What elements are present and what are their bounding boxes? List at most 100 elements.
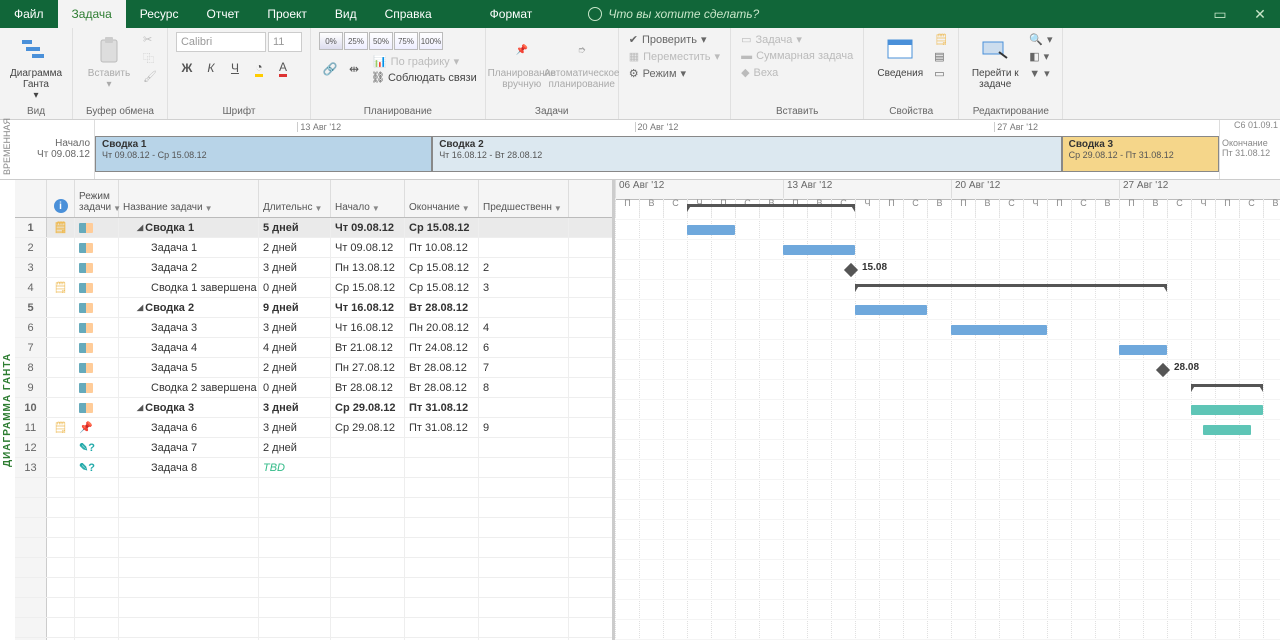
find-button[interactable]: 🔍▾ bbox=[1027, 32, 1054, 47]
table-row[interactable]: 1🗒◢Сводка 15 днейЧт 09.08.12Ср 15.08.12 bbox=[15, 218, 612, 238]
unlink-tasks-button[interactable]: ⇹ bbox=[343, 59, 365, 79]
menu-project[interactable]: Проект bbox=[253, 0, 321, 28]
pct-100[interactable]: 100% bbox=[419, 32, 443, 50]
on-track-button[interactable]: 📊По графику ▾ bbox=[371, 54, 477, 69]
pct-50[interactable]: 50% bbox=[369, 32, 393, 50]
menu-file[interactable]: Файл bbox=[0, 0, 58, 28]
gantt-chart[interactable]: 06 Авг '1213 Авг '1220 Авг '1227 Авг '12… bbox=[615, 180, 1280, 640]
table-row[interactable]: 3Задача 23 днейПн 13.08.12Ср 15.08.122 bbox=[15, 258, 612, 278]
gantt-row[interactable] bbox=[615, 460, 1280, 480]
gantt-row[interactable] bbox=[615, 200, 1280, 220]
font-color-button[interactable]: A bbox=[272, 58, 294, 78]
gantt-row[interactable] bbox=[615, 300, 1280, 320]
menu-format[interactable]: Формат bbox=[476, 0, 547, 28]
underline-button[interactable]: Ч bbox=[224, 58, 246, 78]
mode-button[interactable]: ⚙Режим ▾ bbox=[627, 66, 722, 81]
gantt-row[interactable] bbox=[615, 620, 1280, 640]
gantt-row[interactable] bbox=[615, 480, 1280, 500]
th-duration[interactable]: Длительнс▼ bbox=[259, 180, 331, 217]
gantt-row[interactable] bbox=[615, 380, 1280, 400]
gantt-task-bar[interactable] bbox=[783, 245, 855, 255]
th-mode[interactable]: Режим задачи▼ bbox=[75, 180, 119, 217]
table-row[interactable]: 6Задача 33 днейЧт 16.08.12Пн 20.08.124 bbox=[15, 318, 612, 338]
menu-help[interactable]: Справка bbox=[371, 0, 446, 28]
table-row[interactable]: 5◢Сводка 29 днейЧт 16.08.12Вт 28.08.12 bbox=[15, 298, 612, 318]
copy-button[interactable]: ⿻ bbox=[141, 49, 159, 67]
timeline-bar-1[interactable]: Сводка 1Чт 09.08.12 - Ср 15.08.12 bbox=[95, 136, 432, 172]
gantt-milestone[interactable] bbox=[1156, 363, 1170, 377]
gantt-task-bar[interactable] bbox=[951, 325, 1047, 335]
table-row[interactable]: 8Задача 52 днейПн 27.08.12Вт 28.08.127 bbox=[15, 358, 612, 378]
menu-task[interactable]: Задача bbox=[58, 0, 126, 28]
respect-links-button[interactable]: ⛓Соблюдать связи bbox=[371, 71, 477, 84]
italic-button[interactable]: К bbox=[200, 58, 222, 78]
notes-button[interactable]: 🗒 bbox=[932, 32, 950, 47]
table-row-empty[interactable] bbox=[15, 558, 612, 578]
gantt-task-bar[interactable] bbox=[1191, 405, 1263, 415]
table-row-empty[interactable] bbox=[15, 578, 612, 598]
gantt-row[interactable]: 15.08 bbox=[615, 260, 1280, 280]
table-row-empty[interactable] bbox=[15, 598, 612, 618]
gantt-row[interactable] bbox=[615, 560, 1280, 580]
fill-button[interactable]: ▼▾ bbox=[1027, 66, 1054, 81]
close-icon[interactable]: ✕ bbox=[1240, 0, 1280, 28]
paste-button[interactable]: Вставить ▾ bbox=[81, 32, 137, 92]
gantt-summary-bar[interactable] bbox=[855, 284, 1167, 292]
timeline-bar-3[interactable]: Сводка 3Ср 29.08.12 - Пт 31.08.12 bbox=[1062, 136, 1219, 172]
table-row-empty[interactable] bbox=[15, 538, 612, 558]
gantt-row[interactable] bbox=[615, 580, 1280, 600]
th-pred[interactable]: Предшественн▼ bbox=[479, 180, 569, 217]
timeline-body[interactable]: 13 Авг '1220 Авг '1227 Авг '12 Сводка 1Ч… bbox=[94, 120, 1220, 179]
gantt-task-bar[interactable] bbox=[1119, 345, 1167, 355]
bold-button[interactable]: Ж bbox=[176, 58, 198, 78]
details-button[interactable]: ▤ bbox=[932, 49, 950, 64]
timeline-add-button[interactable]: ▭ bbox=[932, 66, 950, 81]
gantt-row[interactable] bbox=[615, 220, 1280, 240]
cut-button[interactable]: ✂ bbox=[141, 32, 159, 47]
menu-resource[interactable]: Ресурс bbox=[126, 0, 193, 28]
auto-schedule-button[interactable]: ➮ Автоматическое планирование bbox=[554, 32, 610, 92]
table-row[interactable]: 11🗒📌Задача 63 днейСр 29.08.12Пт 31.08.12… bbox=[15, 418, 612, 438]
gantt-row[interactable] bbox=[615, 340, 1280, 360]
insert-task-button[interactable]: ▭Задача ▾ bbox=[739, 32, 855, 47]
gantt-row[interactable] bbox=[615, 420, 1280, 440]
gantt-task-bar[interactable] bbox=[855, 305, 927, 315]
table-row[interactable]: 2Задача 12 днейЧт 09.08.12Пт 10.08.12 bbox=[15, 238, 612, 258]
gantt-task-bar[interactable] bbox=[687, 225, 735, 235]
gantt-milestone[interactable] bbox=[844, 263, 858, 277]
th-name[interactable]: Название задачи▼ bbox=[119, 180, 259, 217]
link-tasks-button[interactable]: 🔗 bbox=[319, 59, 341, 79]
gantt-row[interactable] bbox=[615, 440, 1280, 460]
table-row-empty[interactable] bbox=[15, 498, 612, 518]
information-button[interactable]: Сведения bbox=[872, 32, 928, 81]
table-row-empty[interactable] bbox=[15, 518, 612, 538]
gantt-row[interactable] bbox=[615, 520, 1280, 540]
gantt-view-button[interactable]: Диаграмма Ганта ▾ bbox=[8, 32, 64, 103]
th-rownum[interactable] bbox=[15, 180, 47, 217]
gantt-summary-bar[interactable] bbox=[687, 204, 855, 212]
gantt-summary-bar[interactable] bbox=[1191, 384, 1263, 392]
table-row[interactable]: 4🗒Сводка 1 завершена0 днейСр 15.08.12Ср … bbox=[15, 278, 612, 298]
th-indicator[interactable]: i bbox=[47, 180, 75, 217]
pct-75[interactable]: 75% bbox=[394, 32, 418, 50]
inspect-button[interactable]: ✔Проверить ▾ bbox=[627, 32, 722, 47]
timeline-bar-2[interactable]: Сводка 2Чт 16.08.12 - Вт 28.08.12 bbox=[432, 136, 1061, 172]
scroll-to-task-button[interactable]: Перейти к задаче bbox=[967, 32, 1023, 92]
table-row[interactable]: 12✎?Задача 72 дней bbox=[15, 438, 612, 458]
menu-report[interactable]: Отчет bbox=[192, 0, 253, 28]
menu-view[interactable]: Вид bbox=[321, 0, 371, 28]
restore-icon[interactable]: ▭ bbox=[1200, 0, 1240, 28]
pct-0[interactable]: 0% bbox=[319, 32, 343, 50]
table-row[interactable]: 9Сводка 2 завершена0 днейВт 28.08.12Вт 2… bbox=[15, 378, 612, 398]
gantt-row[interactable] bbox=[615, 240, 1280, 260]
fill-color-button[interactable]: ◔ bbox=[248, 58, 270, 78]
th-end[interactable]: Окончание▼ bbox=[405, 180, 479, 217]
gantt-row[interactable] bbox=[615, 400, 1280, 420]
format-painter-button[interactable]: 🖌 bbox=[141, 69, 159, 84]
gantt-row[interactable] bbox=[615, 540, 1280, 560]
font-size-select[interactable]: 11 bbox=[268, 32, 302, 52]
insert-milestone-button[interactable]: ◆Веха bbox=[739, 65, 855, 80]
insert-summary-button[interactable]: ▬Суммарная задача bbox=[739, 49, 855, 63]
pct-25[interactable]: 25% bbox=[344, 32, 368, 50]
table-row[interactable]: 7Задача 44 днейВт 21.08.12Пт 24.08.126 bbox=[15, 338, 612, 358]
